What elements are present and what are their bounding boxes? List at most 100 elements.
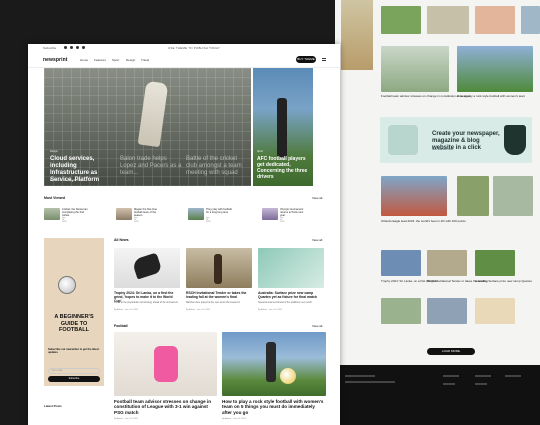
latest-posts-heading: Latest Posts (44, 404, 62, 408)
nav-item-sport[interactable]: Sport (112, 58, 119, 62)
hero-side-image[interactable]: Sport AFC football players get dedicated… (253, 68, 313, 186)
footer-link[interactable] (443, 375, 459, 377)
load-more-button[interactable]: LOAD MORE (427, 348, 475, 355)
back-card-image (427, 6, 469, 34)
footer-link[interactable] (475, 383, 487, 385)
back-card-image (381, 176, 447, 216)
news-card-meta: By Admin · Jan 14, 2024 (114, 309, 138, 311)
football-view-all-link[interactable]: View all (312, 324, 322, 328)
football-icon (58, 276, 76, 294)
back-card-image (381, 250, 421, 276)
most-viewed-thumbnail (116, 208, 132, 220)
news-card-image[interactable] (114, 248, 180, 288)
footer-link[interactable] (443, 383, 455, 385)
most-viewed-meta: Jan 14, 2024 (280, 217, 285, 223)
news-card-excerpt: A look at the preparation and strategy a… (114, 302, 179, 304)
promo-subtitle: Get started now (432, 147, 454, 151)
most-viewed-meta: Jan 14, 2024 (134, 217, 139, 223)
newsletter-text: Subscribe our newsletter to get the late… (48, 348, 99, 355)
football-card-image[interactable] (222, 332, 326, 396)
most-viewed-thumbnail (44, 208, 60, 220)
hero-meta: By Admin · January 14, 2024 (50, 179, 83, 182)
back-card-image (521, 6, 540, 34)
athlete-figure (131, 252, 163, 280)
football-card-meta: By Admin · Jan 14, 2024 (222, 418, 246, 420)
all-news-view-all-link[interactable]: View all (312, 238, 322, 242)
news-card-title[interactable]: RSCH Invitational Tender or takes the le… (186, 291, 252, 299)
email-field[interactable]: Your email (48, 368, 100, 374)
hero-secondary-title[interactable]: Balon trade helps Lopez and Pacers as a … (120, 156, 182, 177)
back-card-image (475, 250, 515, 276)
top-bar: Subscribe USE THEME TO PUBLISH TODAY (28, 44, 340, 52)
nav-item-features[interactable]: Features (94, 58, 106, 62)
ad-title: A BEGINNER'S GUIDE TO FOOTBALL (54, 314, 94, 333)
back-card-image (457, 176, 489, 216)
news-card-title[interactable]: Australia: Surface prize new camp Quarte… (258, 291, 324, 299)
player-legs-figure (266, 342, 276, 382)
footer-link[interactable] (505, 375, 521, 377)
top-bar-message: USE THEME TO PUBLISH TODAY (168, 46, 221, 50)
football-icon (280, 368, 296, 384)
subscribe-link[interactable]: Subscribe (43, 46, 56, 50)
back-card-image (381, 298, 421, 324)
most-viewed-heading: Most Viewed (44, 196, 66, 200)
homepage-preview: Subscribe USE THEME TO PUBLISH TODAY new… (28, 44, 340, 425)
most-viewed-view-all-link[interactable]: View all (312, 196, 322, 200)
back-page-hero-image (341, 0, 373, 70)
most-viewed-thumbnail (188, 208, 204, 220)
football-card-title[interactable]: Football team advisor stresses on change… (114, 399, 217, 415)
footer-link[interactable] (475, 375, 491, 377)
most-viewed-thumbnail (262, 208, 278, 220)
hero-feature-image[interactable]: Design Cloud services, including Infrast… (44, 68, 251, 186)
back-card-image (381, 46, 449, 92)
newsletter-box: Subscribe our newsletter to get the late… (44, 348, 104, 394)
background-page-preview: Football team advisor stresses on change… (335, 0, 540, 425)
back-card-image (427, 298, 467, 324)
promo-shape (388, 125, 418, 155)
footer-text-line (345, 381, 395, 383)
back-card-image (457, 46, 533, 92)
site-logo[interactable]: newsprint (43, 57, 68, 63)
hero-tag[interactable]: Design (50, 150, 58, 153)
hero-side-tag[interactable]: Sport (257, 150, 263, 153)
nav-item-design[interactable]: Design (126, 58, 135, 62)
twitter-icon[interactable] (70, 46, 73, 49)
all-news-heading: All News (114, 238, 129, 242)
promo-illustration (504, 125, 526, 155)
youtube-icon[interactable] (82, 46, 85, 49)
news-card-excerpt: Matches were played at the new arena thi… (186, 302, 241, 304)
athlete-top-figure (154, 346, 178, 382)
nav-item-travel[interactable]: Travel (141, 58, 149, 62)
news-card-excerpt: Squad announced ahead of the qualifiers … (258, 302, 313, 304)
most-viewed-meta: Jan 14, 2024 (206, 217, 211, 223)
nav-item-home[interactable]: Home (80, 58, 88, 62)
hero-side-title[interactable]: AFC football players get dedicated, Conc… (257, 156, 311, 180)
facebook-icon[interactable] (64, 46, 67, 49)
news-card-meta: By Admin · Jan 14, 2024 (258, 309, 282, 311)
footer (335, 365, 540, 425)
back-card-title[interactable]: Orlando Eagle lead 2024: the world's bes… (381, 219, 466, 223)
back-card-image (427, 250, 467, 276)
main-navigation: newsprint Home Features Sport Design Tra… (28, 52, 340, 68)
buy-theme-button[interactable]: BUY THEME (296, 56, 316, 63)
football-player-legs (277, 98, 287, 158)
tennis-player-figure (214, 254, 222, 284)
football-card-title[interactable]: How to play a rock style football with w… (222, 399, 326, 415)
promo-banner[interactable]: Create your newspaper, magazine & blog w… (380, 117, 532, 163)
back-card-image (493, 176, 533, 216)
news-card-image[interactable] (258, 248, 324, 288)
news-card-image[interactable] (186, 248, 252, 288)
menu-icon[interactable] (322, 58, 326, 61)
back-card-image (475, 298, 515, 324)
hero-tertiary-title[interactable]: Battle of the cricket club amongst a tea… (186, 156, 248, 177)
back-card-image (381, 6, 421, 34)
football-heading: Football (114, 324, 128, 328)
football-card-image[interactable] (114, 332, 217, 396)
subscribe-button[interactable]: Subscribe (48, 376, 100, 382)
instagram-icon[interactable] (76, 46, 79, 49)
back-card-title[interactable]: How to play a rock style football with w… (457, 94, 525, 98)
news-card-meta: By Admin · Jan 14, 2024 (186, 309, 210, 311)
footer-text-line (345, 375, 375, 377)
most-viewed-title[interactable]: They play with football for a long long … (206, 208, 232, 214)
back-card-title[interactable]: Australia: Surface prize new camp Quarte… (475, 279, 532, 283)
